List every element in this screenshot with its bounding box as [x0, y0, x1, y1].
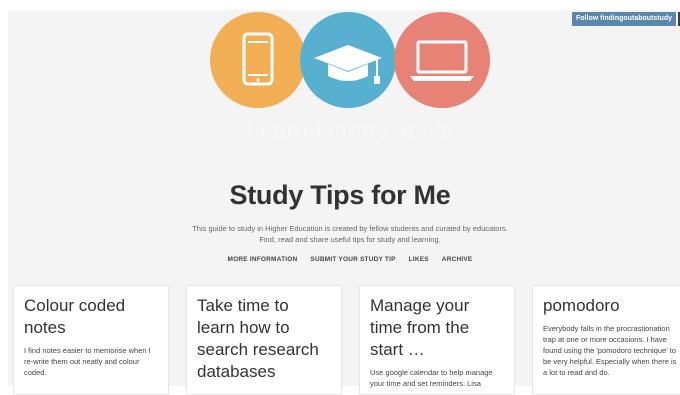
post-title[interactable]: Colour coded notes	[24, 295, 158, 339]
post-card[interactable]: Manage your time from the start … Use go…	[359, 285, 515, 395]
blog-nav: MORE INFORMATION SUBMIT YOUR STUDY TIP L…	[0, 256, 680, 263]
nav-more-information[interactable]: MORE INFORMATION	[228, 256, 298, 263]
follow-bar: Follow findingoutaboutstudy	[572, 12, 680, 26]
ghost-title: Learn Library Tools	[247, 118, 453, 143]
graduation-cap-icon	[314, 45, 382, 84]
post-title[interactable]: pomodoro	[543, 295, 677, 317]
nav-archive[interactable]: ARCHIVE	[442, 256, 473, 263]
post-title[interactable]: Take time to learn how to search researc…	[197, 295, 331, 383]
post-title[interactable]: Manage your time from the start …	[370, 295, 504, 361]
laptop-circle	[394, 12, 490, 108]
description-line-1: This guide to study in Higher Education …	[192, 224, 508, 233]
nav-submit-study-tip[interactable]: SUBMIT YOUR STUDY TIP	[310, 256, 395, 263]
description-line-2: Find, read and share useful tips for stu…	[259, 235, 441, 244]
post-card[interactable]: Colour coded notes I find notes easier t…	[13, 285, 169, 395]
laptop-icon	[410, 40, 474, 81]
post-excerpt: I find notes easier to memorise when I r…	[24, 346, 151, 377]
blog-title[interactable]: Study Tips for Me	[0, 180, 680, 211]
blog-description: This guide to study in Higher Education …	[170, 223, 530, 245]
phone-circle	[210, 12, 306, 108]
nav-likes[interactable]: LIKES	[409, 256, 429, 263]
follow-button[interactable]: Follow findingoutaboutstudy	[572, 12, 677, 26]
graduation-circle	[300, 12, 396, 108]
post-card[interactable]: Take time to learn how to search researc…	[186, 285, 342, 395]
post-card[interactable]: pomodoro Everybody falls in the procrast…	[532, 285, 680, 395]
post-excerpt: Everybody falls in the procrastionation …	[543, 324, 677, 377]
phone-icon	[242, 32, 274, 86]
